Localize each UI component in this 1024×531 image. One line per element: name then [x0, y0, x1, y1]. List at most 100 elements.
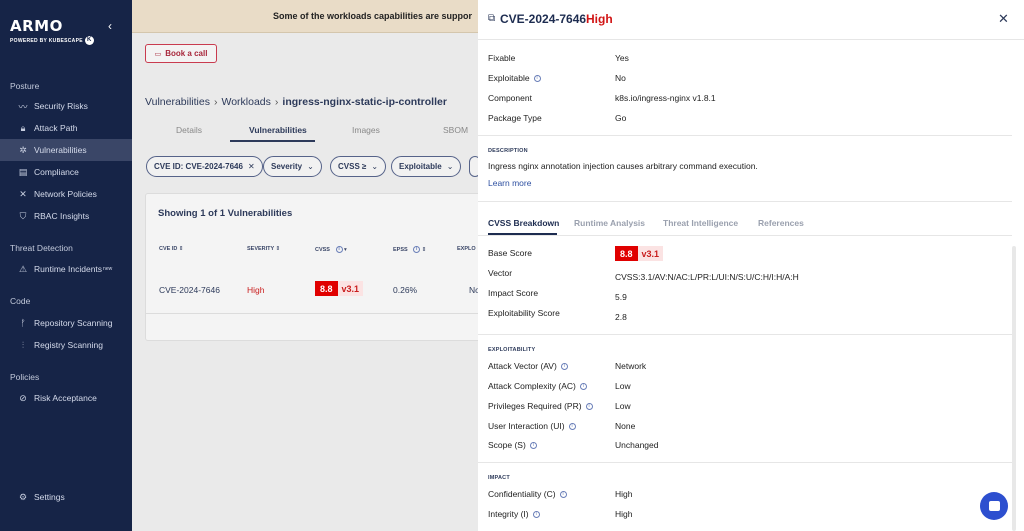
chevron-down-icon: ⌄	[307, 162, 314, 171]
trend-icon: 〰	[18, 101, 28, 112]
collapse-sidebar-icon[interactable]: ‹	[108, 19, 112, 33]
component-label: Component	[488, 93, 532, 103]
sidebar-item-repository-scanning[interactable]: ᚠ Repository Scanning	[0, 312, 132, 334]
base-score-label: Base Score	[488, 248, 532, 258]
info-icon[interactable]: i	[559, 491, 567, 499]
info-icon[interactable]: i	[532, 511, 540, 519]
sidebar: ARMO POWERED BY KUBESCAPE K ‹ Posture 〰 Se…	[0, 0, 132, 531]
tab-details[interactable]: Details	[176, 125, 202, 135]
exploitability-score-label: Exploitability Score	[488, 308, 560, 318]
kubescape-icon: K	[84, 36, 94, 45]
sidebar-item-runtime-incidents[interactable]: ⚠ Runtime Incidents new	[0, 258, 132, 280]
breadcrumb-vulnerabilities[interactable]: Vulnerabilities	[145, 96, 210, 108]
capabilities-banner: Some of the workloads capabilities are s…	[132, 0, 478, 33]
sort-icon: ⇕	[178, 246, 184, 252]
sidebar-item-attack-path[interactable]: 🔒︎ Attack Path	[0, 117, 132, 139]
chat-support-button[interactable]	[980, 492, 1008, 520]
section-threat-detection: Threat Detection	[10, 243, 73, 253]
epss-cell: 0.26%	[393, 285, 418, 295]
breadcrumb: Vulnerabilities › Workloads › ingress-nginx-…	[145, 96, 447, 108]
privileges-required-value: Low	[615, 401, 631, 411]
column-header-severity[interactable]: SEVERITY ⇕	[247, 246, 280, 252]
exploitable-value: No	[615, 73, 626, 83]
table-title: Showing 1 of 1 Vulnerabilities	[158, 208, 293, 219]
sidebar-item-compliance[interactable]: ▤ Compliance	[0, 161, 132, 183]
close-icon[interactable]: ✕	[248, 162, 255, 171]
info-icon[interactable]: i	[529, 442, 537, 450]
chevron-right-icon: ›	[213, 96, 218, 108]
tab-runtime-analysis[interactable]: Runtime Analysis	[574, 218, 645, 228]
description-heading: DESCRIPTION	[488, 148, 528, 154]
exploitability-heading: EXPLOITABILITY	[488, 347, 536, 353]
sidebar-item-security-risks[interactable]: 〰 Security Risks	[0, 95, 132, 117]
logo[interactable]: ARMO POWERED BY KUBESCAPE K	[10, 17, 94, 45]
new-badge: new	[103, 266, 113, 272]
bug-icon: ✲	[19, 144, 27, 155]
sidebar-item-label: Registry Scanning	[34, 340, 103, 350]
exploitable-filter[interactable]: Exploitable ⌄	[391, 156, 462, 177]
tab-vulnerabilities[interactable]: Vulnerabilities	[249, 125, 307, 135]
external-link-icon[interactable]: ⧉	[488, 13, 495, 24]
info-icon[interactable]: i	[560, 363, 568, 371]
column-header-cvss[interactable]: CVSS i ▾	[315, 246, 347, 253]
vector-label: Vector	[488, 268, 513, 278]
cvss-score-badge: 8.8 v3.1	[315, 281, 364, 296]
divider	[478, 462, 1012, 463]
learn-more-link[interactable]: Learn more	[488, 178, 531, 188]
tab-threat-intelligence[interactable]: Threat Intelligence	[663, 218, 738, 228]
main-content: Some of the workloads capabilities are s…	[132, 0, 492, 531]
warning-icon: ⚠	[18, 263, 28, 274]
sidebar-item-vulnerabilities[interactable]: ✲ Vulnerabilities	[0, 139, 132, 161]
sidebar-item-risk-acceptance[interactable]: ⊘ Risk Acceptance	[0, 387, 132, 409]
attack-vector-label: Attack Vector (AV) i	[488, 361, 568, 371]
cve-id-cell[interactable]: CVE-2024-7646	[159, 285, 220, 295]
column-header-exploitable[interactable]: EXPLO	[457, 246, 476, 252]
tabs-divider	[478, 235, 1012, 236]
book-call-label: Book a call	[165, 49, 208, 58]
column-header-epss[interactable]: EPSS i ⇕	[393, 246, 426, 253]
severity-filter[interactable]: Severity ⌄	[263, 156, 322, 177]
drawer-title: CVE-2024-7646	[500, 12, 587, 26]
exploitability-score-value: 2.8	[615, 312, 627, 322]
app: ARMO POWERED BY KUBESCAPE K ‹ Posture 〰 Se…	[0, 0, 1024, 531]
chevron-down-icon: ⌄	[371, 162, 379, 171]
tab-sbom[interactable]: SBOM	[443, 125, 468, 135]
info-icon[interactable]: i	[568, 423, 576, 431]
tab-references[interactable]: References	[758, 218, 804, 228]
divider	[478, 201, 1012, 202]
info-icon[interactable]: i	[533, 75, 541, 83]
cve-id-filter-chip[interactable]: CVE ID: CVE-2024-7646 ✕	[146, 156, 263, 177]
scrollbar[interactable]	[1012, 246, 1016, 531]
branch-icon: ᚠ	[20, 318, 26, 328]
scope-label: Scope (S) i	[488, 440, 537, 450]
impact-score-value: 5.9	[615, 292, 627, 302]
chip-label: Severity	[271, 162, 303, 171]
row-divider	[146, 313, 492, 314]
shield-user-icon: ⛉	[19, 210, 27, 221]
book-call-button[interactable]: ▭ Book a call	[145, 44, 217, 63]
sidebar-item-network-policies[interactable]: ✕ Network Policies	[0, 183, 132, 205]
chevron-right-icon: ›	[274, 96, 279, 108]
column-header-cve-id[interactable]: CVE ID ⇕	[159, 246, 183, 252]
tab-cvss-breakdown[interactable]: CVSS Breakdown	[488, 218, 559, 228]
sidebar-item-registry-scanning[interactable]: ⫶ Registry Scanning	[0, 334, 132, 356]
impact-score-label: Impact Score	[488, 288, 539, 298]
tab-images[interactable]: Images	[352, 125, 380, 135]
chip-label: CVE ID: CVE-2024-7646	[154, 162, 243, 171]
lock-icon: 🔒︎	[20, 122, 26, 133]
confidentiality-label: Confidentiality (C) i	[488, 489, 567, 499]
close-icon[interactable]: ✕	[998, 11, 1009, 27]
info-icon[interactable]: i	[579, 383, 587, 391]
sidebar-item-label: RBAC Insights	[34, 211, 90, 221]
attack-complexity-label: Attack Complexity (AC) i	[488, 381, 587, 391]
integrity-value: High	[615, 509, 633, 519]
sidebar-item-settings[interactable]: ⚙ Settings	[0, 486, 132, 508]
breadcrumb-workloads[interactable]: Workloads	[221, 96, 270, 108]
sidebar-item-rbac-insights[interactable]: ⛉ RBAC Insights	[0, 205, 132, 227]
sort-desc-icon: ▾	[344, 246, 347, 253]
cvss-version: v3.1	[637, 246, 664, 261]
integrity-label: Integrity (I) i	[488, 509, 540, 519]
info-icon[interactable]: i	[585, 403, 593, 411]
chip-label: CVSS ≥	[338, 162, 367, 171]
cvss-filter[interactable]: CVSS ≥ ⌄	[330, 156, 387, 177]
